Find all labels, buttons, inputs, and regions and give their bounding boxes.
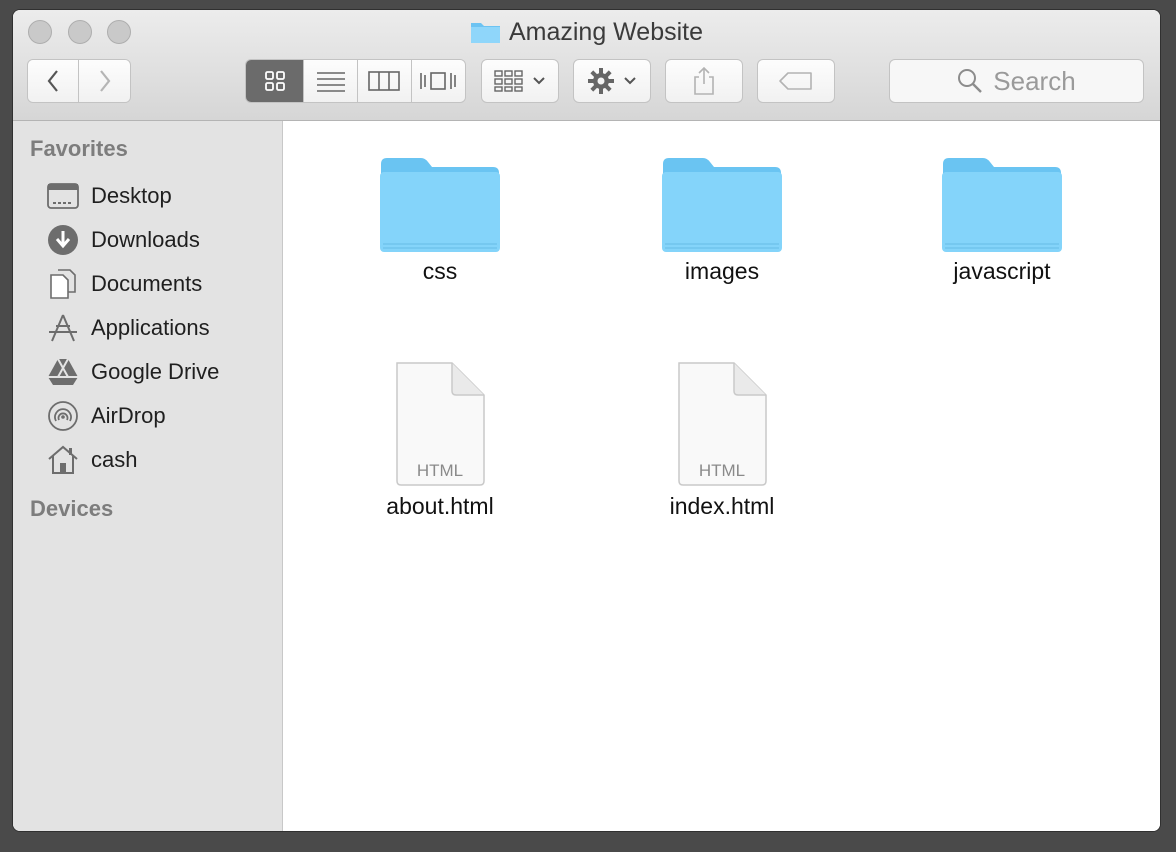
sidebar-item-applications[interactable]: Applications xyxy=(47,310,210,346)
cover-flow-view-button[interactable] xyxy=(411,60,465,102)
chevron-right-icon xyxy=(99,70,110,92)
file-type-badge: HTML xyxy=(698,461,746,480)
back-button[interactable] xyxy=(28,60,80,102)
sidebar-item-cash[interactable]: cash xyxy=(47,442,137,478)
file-name: about.html xyxy=(386,493,494,519)
arrange-grid-icon xyxy=(494,70,523,92)
column-view-button[interactable] xyxy=(357,60,412,102)
sidebar-item-desktop[interactable]: Desktop xyxy=(47,178,172,214)
tag-icon xyxy=(779,72,812,90)
applications-icon xyxy=(47,312,79,344)
grid-icon xyxy=(264,71,285,91)
arrange-button[interactable] xyxy=(481,59,559,103)
file-name: javascript xyxy=(953,258,1051,284)
folder-icon xyxy=(662,158,782,252)
sidebar: Favorites Desktop Downloads Documents Ap… xyxy=(13,121,283,831)
sidebar-item-downloads[interactable]: Downloads xyxy=(47,222,200,258)
list-icon xyxy=(316,72,345,92)
file-browser: css images javascript HTML about.html HT… xyxy=(284,121,1160,831)
columns-icon xyxy=(368,71,401,91)
file-item[interactable]: HTML about.html xyxy=(340,361,540,520)
share-button[interactable] xyxy=(665,59,743,103)
sidebar-item-label: Applications xyxy=(91,315,210,340)
sidebar-item-label: Google Drive xyxy=(91,359,220,384)
file-item[interactable]: HTML index.html xyxy=(622,361,822,520)
html-file-icon: HTML xyxy=(392,361,488,487)
action-button[interactable] xyxy=(573,59,651,103)
sidebar-section-devices: Devices xyxy=(30,496,114,521)
sidebar-item-google-drive[interactable]: Google Drive xyxy=(47,354,219,390)
search-field[interactable]: Search xyxy=(889,59,1144,103)
file-type-badge: HTML xyxy=(416,461,464,480)
list-view-button[interactable] xyxy=(304,60,358,102)
chevron-down-icon xyxy=(624,77,636,85)
sidebar-item-label: Desktop xyxy=(91,183,172,208)
folder-icon xyxy=(942,158,1062,252)
download-icon xyxy=(47,224,79,256)
chevron-left-icon xyxy=(47,70,58,92)
window-title-text: Amazing Website xyxy=(508,17,704,46)
cover-flow-icon xyxy=(420,72,457,90)
folder-item[interactable]: javascript xyxy=(902,156,1102,285)
html-file-icon: HTML xyxy=(674,361,770,487)
sidebar-item-label: Documents xyxy=(91,271,203,296)
search-icon xyxy=(958,69,983,93)
sidebar-item-label: cash xyxy=(91,447,138,472)
sidebar-item-label: Downloads xyxy=(91,227,200,252)
tag-button[interactable] xyxy=(757,59,835,103)
sidebar-item-documents[interactable]: Documents xyxy=(47,266,202,302)
sidebar-section-favorites: Favorites xyxy=(30,136,128,161)
file-name: css xyxy=(422,258,458,284)
folder-icon xyxy=(380,158,500,252)
file-name: index.html xyxy=(669,493,775,519)
window-title: Amazing Website xyxy=(13,17,1160,47)
search-placeholder: Search xyxy=(993,65,1076,96)
desktop-icon xyxy=(47,180,79,212)
view-mode-control xyxy=(245,59,466,103)
nav-buttons xyxy=(27,59,131,103)
file-name: images xyxy=(684,258,760,284)
folder-item[interactable]: css xyxy=(340,156,540,285)
chevron-down-icon xyxy=(533,77,545,85)
folder-icon xyxy=(470,23,500,43)
toolbar: Amazing Website Search xyxy=(13,10,1160,121)
share-icon xyxy=(694,66,714,95)
home-icon xyxy=(47,444,79,476)
airdrop-icon xyxy=(47,400,79,432)
icon-view-button[interactable] xyxy=(246,60,305,102)
folder-item[interactable]: images xyxy=(622,156,822,285)
documents-icon xyxy=(47,268,79,300)
finder-window: Amazing Website Search Favorites Desktop… xyxy=(13,10,1160,831)
sidebar-item-label: AirDrop xyxy=(91,403,166,428)
gear-icon xyxy=(588,68,614,94)
sidebar-item-airdrop[interactable]: AirDrop xyxy=(47,398,166,434)
google-drive-icon xyxy=(47,356,79,388)
forward-button[interactable] xyxy=(79,60,130,102)
